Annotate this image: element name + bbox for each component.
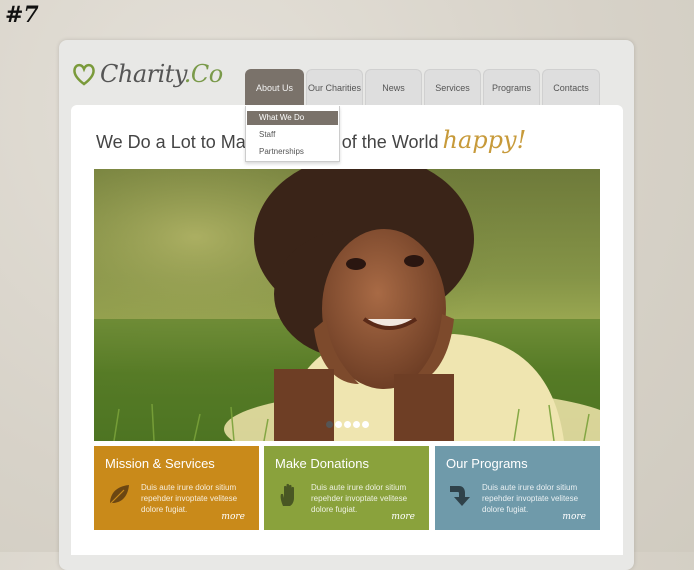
dropdown-item-what-we-do[interactable]: What We Do (247, 111, 338, 125)
more-link[interactable]: more (562, 512, 586, 522)
hero-photo (94, 169, 600, 441)
slider-dot[interactable] (326, 421, 333, 428)
box-make-donations[interactable]: Make Donations Duis aute irure dolor sit… (264, 446, 429, 530)
hand-icon (280, 483, 294, 506)
box-text: Duis aute irure dolor sitium repehder in… (311, 483, 408, 514)
dropdown-item-staff[interactable]: Staff (247, 128, 338, 142)
logo[interactable]: Charity.Co (72, 60, 223, 88)
box-text: Duis aute irure dolor sitium repehder in… (141, 483, 238, 514)
logo-name: Charity (100, 60, 184, 88)
more-link[interactable]: more (391, 512, 415, 522)
corner-tag: #7 (5, 2, 39, 28)
slider-dot[interactable] (362, 421, 369, 428)
box-title: Make Donations (275, 456, 369, 471)
slider-dot[interactable] (335, 421, 342, 428)
tab-about-us[interactable]: About Us (245, 69, 304, 105)
tab-news[interactable]: News (365, 69, 422, 105)
slider-dot[interactable] (353, 421, 360, 428)
box-title: Our Programs (446, 456, 528, 471)
slider-pagination (326, 421, 371, 428)
slider-dot[interactable] (344, 421, 351, 428)
logo-suffix: .Co (183, 60, 223, 88)
main-nav: About Us Our Charities News Services Pro… (245, 69, 602, 105)
tab-services[interactable]: Services (424, 69, 481, 105)
box-our-programs[interactable]: Our Programs Duis aute irure dolor sitiu… (435, 446, 600, 530)
logo-text: Charity.Co (100, 60, 223, 88)
dropdown-item-partnerships[interactable]: Partnerships (247, 145, 338, 159)
tab-contacts[interactable]: Contacts (542, 69, 600, 105)
heart-icon (73, 63, 95, 86)
tab-programs[interactable]: Programs (483, 69, 540, 105)
arrow-down-right-icon (450, 486, 470, 506)
leaf-icon (109, 485, 129, 505)
hero-slider-image[interactable] (94, 169, 600, 441)
box-text: Duis aute irure dolor sitium repehder in… (482, 483, 579, 514)
box-title: Mission & Services (105, 456, 215, 471)
box-mission-services[interactable]: Mission & Services Duis aute irure dolor… (94, 446, 259, 530)
more-link[interactable]: more (221, 512, 245, 522)
headline-emphasis: happy! (442, 126, 527, 154)
about-dropdown-menu: What We Do Staff Partnerships (245, 106, 340, 162)
tab-our-charities[interactable]: Our Charities (306, 69, 363, 105)
